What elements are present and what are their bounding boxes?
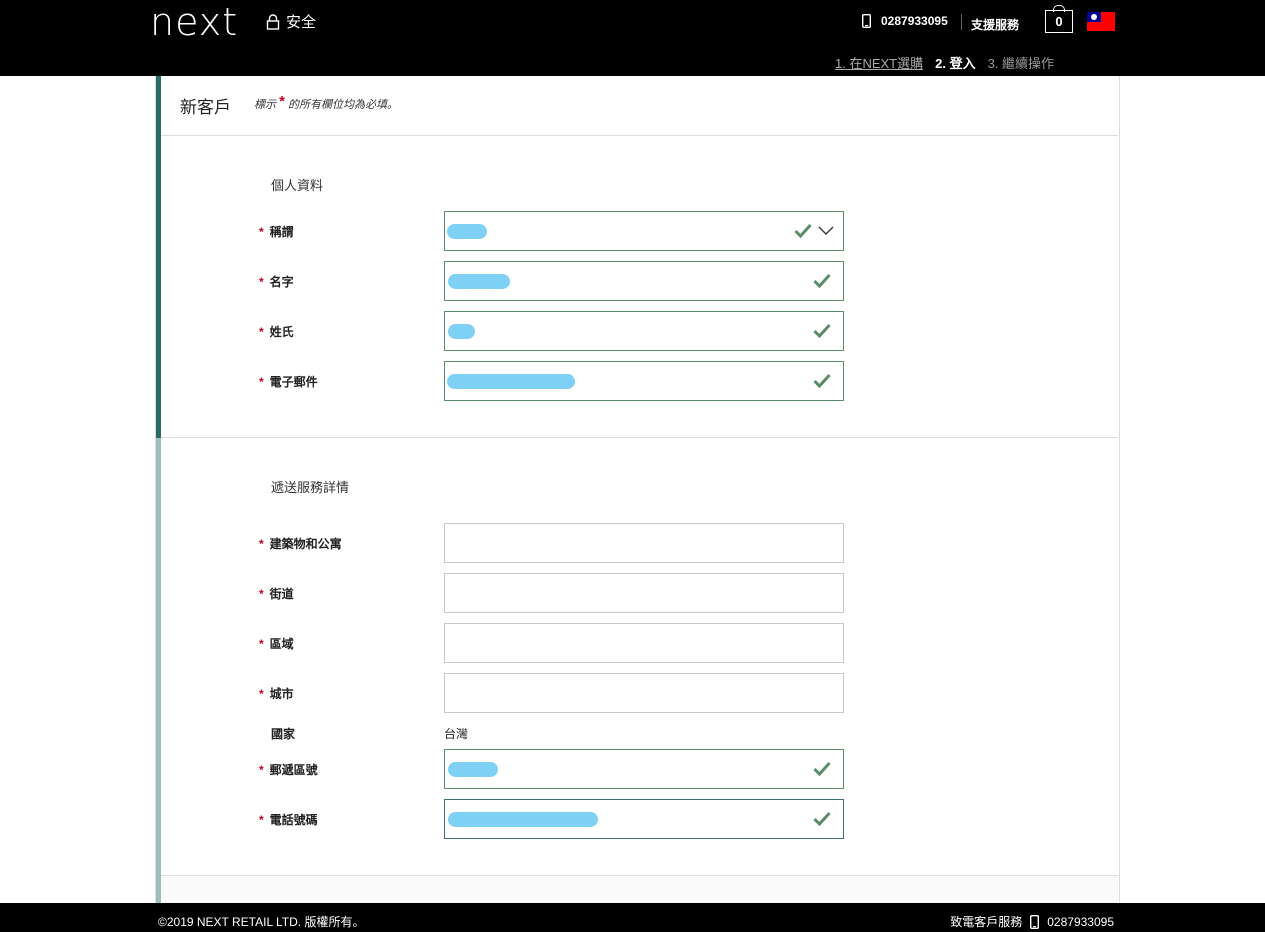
shopping-bag-button[interactable]: 0 xyxy=(1045,5,1073,33)
support-link[interactable]: 支援服務 xyxy=(971,16,1019,33)
bag-count: 0 xyxy=(1045,10,1073,33)
taiwan-flag-icon[interactable] xyxy=(1087,12,1115,31)
redacted-value xyxy=(447,224,487,239)
header-phone[interactable]: 0287933095 xyxy=(862,14,948,28)
district-label: * 區域 xyxy=(259,636,294,652)
call-label: 致電客戶服務 xyxy=(950,915,1023,929)
site-header: next 安全 0287933095 支援服務 0 1. 在NEXT選購 2. … xyxy=(0,0,1265,76)
personal-section-title: 個人資料 xyxy=(271,178,324,193)
postcode-label: * 郵遞區號 xyxy=(259,762,318,778)
redacted-value xyxy=(448,274,510,289)
street-label: * 街道 xyxy=(259,586,294,602)
divider xyxy=(161,437,1118,438)
first-name-input[interactable] xyxy=(444,261,844,301)
secure-label: 安全 xyxy=(286,14,317,31)
phone-icon xyxy=(862,14,871,28)
phone-input[interactable] xyxy=(444,799,844,839)
header-phone-number: 0287933095 xyxy=(881,14,948,28)
redacted-value xyxy=(448,812,598,827)
email-label: * 電子郵件 xyxy=(259,374,318,390)
divider xyxy=(161,135,1118,136)
title-select[interactable] xyxy=(444,211,844,251)
chevron-down-icon xyxy=(818,226,834,235)
redacted-value xyxy=(447,374,575,389)
phone-icon xyxy=(1030,914,1040,929)
country-label: 國家 xyxy=(271,727,296,741)
checkmark-icon xyxy=(813,373,831,388)
secure-indicator: 安全 xyxy=(266,11,316,32)
postcode-input[interactable] xyxy=(444,749,844,789)
city-input[interactable] xyxy=(444,673,844,713)
step-continue: 3. 繼續操作 xyxy=(987,56,1055,71)
checkmark-icon xyxy=(813,323,831,338)
building-input[interactable] xyxy=(444,523,844,563)
email-input[interactable] xyxy=(444,361,844,401)
checkmark-icon xyxy=(813,761,831,776)
title-label: * 稱謂 xyxy=(259,224,294,240)
form-title: 新客戶 xyxy=(180,98,231,117)
header-divider xyxy=(961,14,962,30)
city-label: * 城市 xyxy=(259,686,294,702)
section-accent-bar-light xyxy=(156,438,161,903)
street-input[interactable] xyxy=(444,573,844,613)
required-star: * xyxy=(279,93,285,110)
country-value: 台灣 xyxy=(444,727,469,741)
last-name-input[interactable] xyxy=(444,311,844,351)
last-name-label: * 姓氏 xyxy=(259,324,294,340)
checkmark-icon xyxy=(813,273,831,288)
footer-contact[interactable]: 致電客戶服務 0287933095 xyxy=(950,913,1114,930)
section-accent-bar xyxy=(156,76,161,438)
lock-icon xyxy=(266,13,280,30)
required-note: 標示 * 的所有欄位均為必填。 xyxy=(254,93,398,111)
next-logo[interactable]: next xyxy=(150,2,238,42)
step-shop[interactable]: 1. 在NEXT選購 xyxy=(835,53,923,72)
district-input[interactable] xyxy=(444,623,844,663)
new-customer-form: 新客戶 標示 * 的所有欄位均為必填。 個人資料 * 稱謂 * 名字 * 姓氏 * 電子… xyxy=(155,76,1120,903)
first-name-label: * 名字 xyxy=(259,274,294,290)
checkmark-icon xyxy=(813,811,831,826)
checkout-steps: 1. 在NEXT選購 2. 登入 3. 繼續操作 xyxy=(835,53,1054,72)
phone-label: * 電話號碼 xyxy=(259,812,318,828)
form-bottom-area xyxy=(161,876,1118,903)
copyright: ©2019 NEXT RETAIL LTD. 版權所有。 xyxy=(158,915,365,929)
checkmark-icon xyxy=(794,223,812,238)
delivery-section-title: 遞送服務詳情 xyxy=(271,480,350,495)
redacted-value xyxy=(448,762,498,777)
footer-phone-number: 0287933095 xyxy=(1047,914,1114,929)
site-footer: ©2019 NEXT RETAIL LTD. 版權所有。 致電客戶服務 0287… xyxy=(0,903,1265,932)
building-label: * 建築物和公寓 xyxy=(259,536,342,552)
redacted-value xyxy=(448,324,475,339)
step-login: 2. 登入 xyxy=(935,56,976,71)
